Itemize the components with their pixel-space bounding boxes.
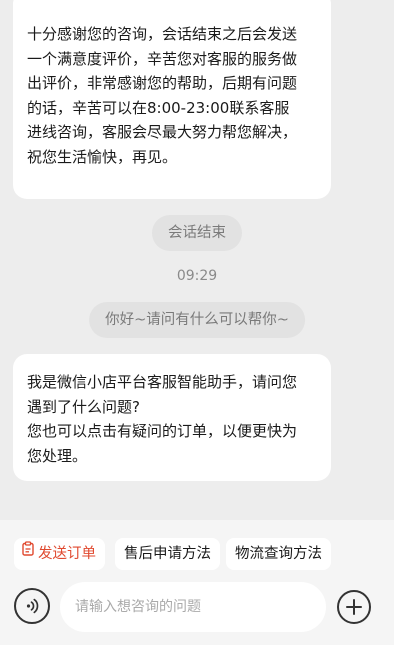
send-order-label: 发送订单 — [38, 546, 96, 562]
message-line: 遇到了什么问题? — [27, 397, 140, 416]
more-options-button[interactable] — [337, 590, 371, 624]
message-line: 我是微信小店平台客服智能助手，请问您 — [27, 373, 298, 391]
message-line: 祝您生活愉快，再见。 — [27, 147, 178, 166]
chat-area: 十分感谢您的咨询，会话结束之后会发送 一个满意度评价，辛苦您对客服的服务做 出评… — [0, 0, 394, 520]
logistics-query-button[interactable]: 物流查询方法 — [226, 538, 331, 570]
message-line: 您处理。 — [27, 446, 88, 465]
send-order-button[interactable]: 发送订单 — [14, 538, 105, 570]
message-line: 十分感谢您的咨询，会话结束之后会发送 — [27, 25, 298, 43]
session-ended-notice: 会话结束 — [152, 215, 242, 251]
message-line: 您也可以点击有疑问的订单，以便更快为 — [27, 422, 298, 440]
clipboard-icon — [22, 536, 34, 568]
message-line: 的话，辛苦可以在8:00-23:00联系客服 — [27, 98, 290, 117]
assistant-message-bubble: 我是微信小店平台客服智能助手，请问您 遇到了什么问题? 您也可以点击有疑问的订单… — [13, 354, 331, 481]
composer-panel: 发送订单 售后申请方法 物流查询方法 — [0, 520, 394, 645]
voice-icon — [26, 598, 39, 614]
greeting-notice: 你好~请问有什么可以帮你~ — [89, 302, 305, 338]
message-line: 一个满意度评价，辛苦您对客服的服务做 — [27, 49, 298, 68]
message-timestamp: 09:29 — [176, 268, 218, 284]
closing-message-bubble: 十分感谢您的咨询，会话结束之后会发送 一个满意度评价，辛苦您对客服的服务做 出评… — [13, 0, 331, 199]
message-line: 进线咨询，客服会尽最大努力帮您解决， — [27, 123, 298, 141]
aftersale-method-button[interactable]: 售后申请方法 — [115, 538, 220, 570]
message-line: 出评价，非常感谢您的帮助，后期有问题 — [27, 74, 298, 92]
message-input[interactable] — [60, 582, 326, 632]
plus-icon — [346, 599, 362, 615]
voice-input-button[interactable] — [14, 588, 50, 624]
